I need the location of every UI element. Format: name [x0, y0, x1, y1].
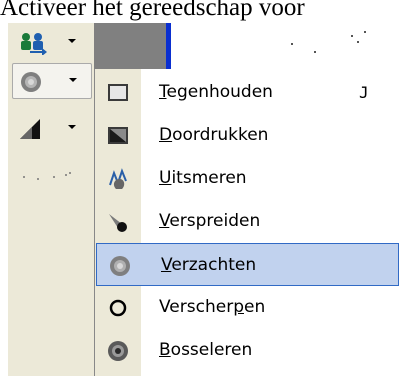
smudge-icon	[109, 168, 127, 189]
menu-item-shortcut: J	[359, 83, 369, 102]
dodge-icon	[108, 84, 128, 101]
menu-item-label: Verzachten	[161, 255, 257, 275]
chevron-down-icon[interactable]	[69, 78, 77, 82]
tool-flyout-menu: Tegenhouden J Doordrukken Uitsmeren Vers…	[94, 69, 400, 376]
soften-tool[interactable]	[12, 63, 92, 99]
menu-item-label: Doordrukken	[159, 125, 269, 145]
menu-item-verzachten[interactable]: Verzachten	[96, 243, 399, 286]
menu-item-uitsmeren[interactable]: Uitsmeren	[95, 157, 400, 200]
spread-icon	[109, 214, 127, 232]
menu-item-label: Tegenhouden	[159, 82, 273, 102]
menu-item-verscherpen[interactable]: Verscherpen	[95, 286, 400, 329]
burn-icon	[108, 127, 128, 144]
menu-item-bosseleren[interactable]: Bosseleren	[95, 329, 400, 372]
chevron-down-icon[interactable]	[68, 125, 76, 129]
spray-icon	[23, 172, 71, 180]
chevron-down-icon[interactable]	[68, 39, 76, 43]
instruction-caption: Activeer het gereedschap voor	[0, 0, 305, 21]
image-canvas[interactable]	[171, 23, 400, 69]
soften-icon	[110, 256, 130, 276]
menu-item-verspreiden[interactable]: Verspreiden	[95, 200, 400, 243]
sharpen-icon	[109, 299, 127, 317]
menu-item-label: Bosseleren	[159, 340, 253, 360]
sharpen-icon	[20, 119, 40, 139]
menu-item-doordrukken[interactable]: Doordrukken	[95, 114, 400, 157]
menu-item-tegenhouden[interactable]: Tegenhouden J	[95, 71, 400, 114]
tool-palette	[8, 23, 94, 376]
clone-stamp-icon	[21, 33, 47, 55]
soften-icon	[21, 72, 41, 92]
image-background	[94, 23, 166, 69]
menu-item-label: Verspreiden	[159, 211, 261, 231]
emboss-icon	[108, 341, 128, 361]
spray-tool[interactable]	[12, 159, 92, 195]
sharpen-tool[interactable]	[12, 111, 92, 147]
clone-stamp-tool[interactable]	[12, 25, 92, 61]
menu-item-label: Verscherpen	[159, 297, 266, 317]
menu-item-label: Uitsmeren	[159, 168, 247, 188]
